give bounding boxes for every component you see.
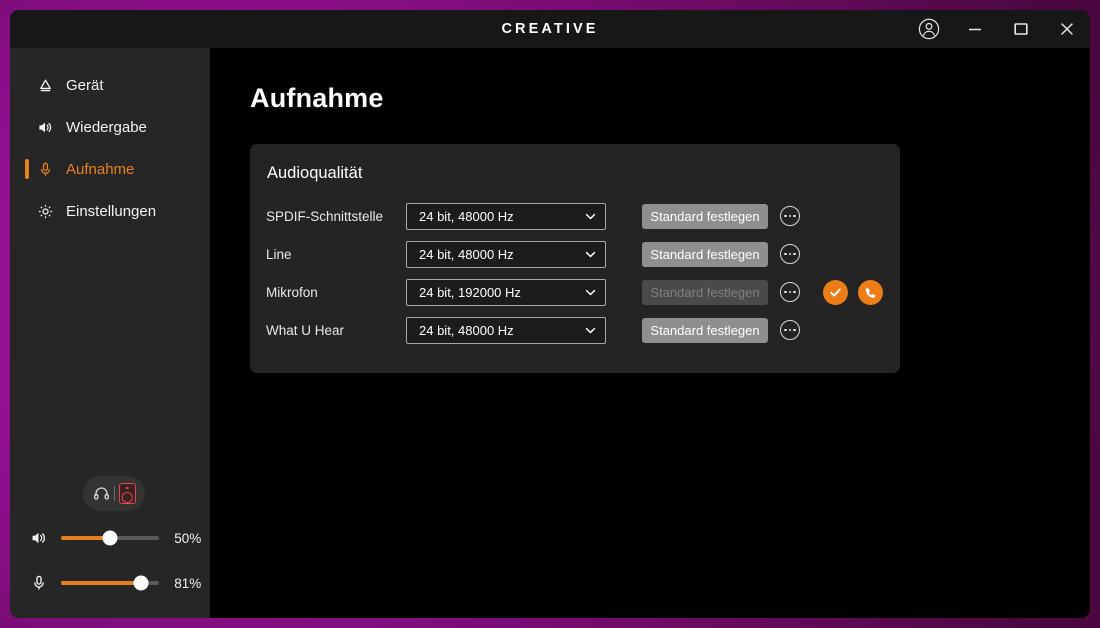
chevron-down-icon [584, 324, 597, 337]
set-default-button: Standard festlegen [642, 280, 768, 305]
sidebar-item-label: Aufnahme [66, 162, 134, 177]
row-label: SPDIF-Schnittstelle [266, 209, 406, 224]
chevron-down-icon [584, 210, 597, 223]
microphone-volume-row: 81% [10, 566, 210, 600]
speaker-box-icon[interactable] [115, 478, 140, 509]
sidebar-item-geraet[interactable]: Gerät [10, 69, 210, 101]
set-default-button[interactable]: Standard festlegen [642, 242, 768, 267]
playback-volume-row: 50% [10, 521, 210, 555]
format-dropdown[interactable]: 24 bit, 48000 Hz [406, 203, 606, 230]
set-default-button[interactable]: Standard festlegen [642, 204, 768, 229]
sidebar-item-label: Wiedergabe [66, 120, 147, 135]
chevron-down-icon [584, 248, 597, 261]
quality-row: Mikrofon 24 bit, 192000 Hz Standard fest… [266, 273, 876, 311]
sidebar-item-label: Einstellungen [66, 204, 156, 219]
format-value: 24 bit, 192000 Hz [419, 285, 521, 300]
format-value: 24 bit, 48000 Hz [419, 247, 514, 262]
microphone-volume-slider[interactable] [61, 581, 159, 585]
main-content: Aufnahme Audioqualität SPDIF-Schnittstel… [210, 48, 1090, 618]
quality-row: What U Hear 24 bit, 48000 Hz Standard fe… [266, 311, 876, 349]
audio-quality-card: Audioqualität SPDIF-Schnittstelle 24 bit… [250, 144, 900, 373]
set-default-button[interactable]: Standard festlegen [642, 318, 768, 343]
sidebar-item-wiedergabe[interactable]: Wiedergabe [10, 111, 210, 143]
row-badges [823, 280, 883, 305]
playback-volume-thumb[interactable] [103, 531, 118, 546]
output-device-toggle[interactable] [83, 476, 145, 511]
card-title: Audioqualität [266, 164, 876, 183]
sidebar-item-einstellungen[interactable]: Einstellungen [10, 195, 210, 227]
application-window: CREATIVE [10, 10, 1090, 618]
microphone-volume-value: 81% [174, 576, 210, 591]
title-bar: CREATIVE [10, 10, 1090, 48]
window-controls [906, 10, 1090, 48]
volume-sliders: 50% 81% [10, 521, 210, 618]
account-circle-icon[interactable] [906, 10, 952, 48]
row-label: Line [266, 247, 406, 262]
minimize-button[interactable] [952, 10, 998, 48]
playback-volume-slider[interactable] [61, 536, 159, 540]
sidebar: Gerät Wiedergabe [10, 48, 210, 618]
close-button[interactable] [1044, 10, 1090, 48]
microphone-volume-thumb[interactable] [133, 576, 148, 591]
speaker-icon [28, 529, 50, 547]
maximize-button[interactable] [998, 10, 1044, 48]
quality-row: Line 24 bit, 48000 Hz Standard festlegen [266, 235, 876, 273]
window-body: Gerät Wiedergabe [10, 48, 1090, 618]
format-dropdown[interactable]: 24 bit, 48000 Hz [406, 317, 606, 344]
more-options-icon[interactable] [780, 244, 800, 264]
gear-icon [34, 203, 56, 220]
more-options-icon[interactable] [780, 282, 800, 302]
check-badge-icon[interactable] [823, 280, 848, 305]
format-value: 24 bit, 48000 Hz [419, 323, 514, 338]
row-label: Mikrofon [266, 285, 406, 300]
microphone-icon [34, 161, 56, 178]
quality-row: SPDIF-Schnittstelle 24 bit, 48000 Hz Sta… [266, 197, 876, 235]
page-title: Aufnahme [250, 83, 1090, 114]
device-toggle-container [10, 476, 210, 521]
row-label: What U Hear [266, 323, 406, 338]
playback-volume-value: 50% [174, 531, 210, 546]
microphone-volume-fill [61, 581, 141, 585]
format-dropdown[interactable]: 24 bit, 48000 Hz [406, 241, 606, 268]
more-options-icon[interactable] [780, 206, 800, 226]
chevron-down-icon [584, 286, 597, 299]
phone-badge-icon[interactable] [858, 280, 883, 305]
sidebar-item-aufnahme[interactable]: Aufnahme [10, 153, 210, 185]
sidebar-item-label: Gerät [66, 78, 104, 93]
headphone-icon[interactable] [89, 478, 114, 509]
device-triangle-icon [34, 77, 56, 94]
format-value: 24 bit, 48000 Hz [419, 209, 514, 224]
format-dropdown[interactable]: 24 bit, 192000 Hz [406, 279, 606, 306]
microphone-icon [28, 574, 50, 592]
more-options-icon[interactable] [780, 320, 800, 340]
speaker-icon [34, 119, 56, 136]
sidebar-nav: Gerät Wiedergabe [10, 48, 210, 227]
